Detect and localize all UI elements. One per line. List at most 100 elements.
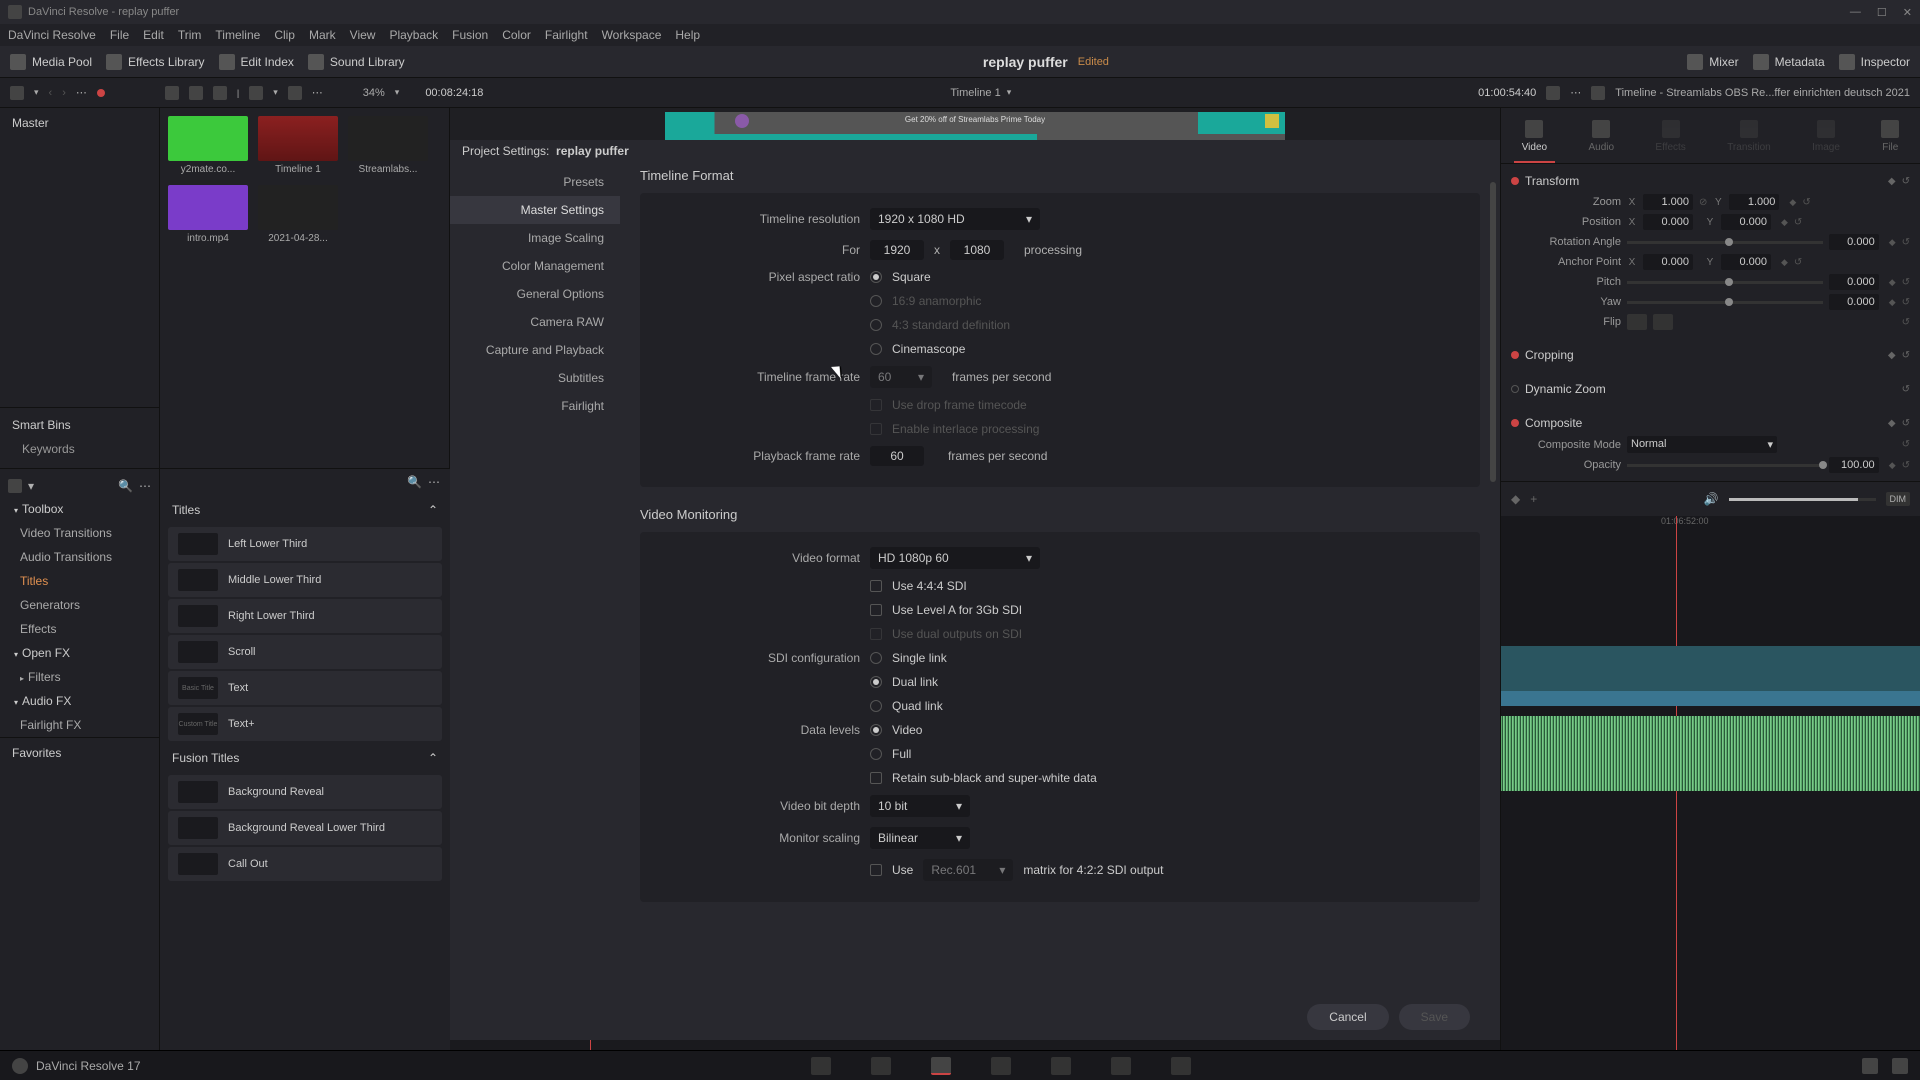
fx-item[interactable]: Right Lower Third bbox=[168, 599, 442, 633]
cut-page-icon[interactable] bbox=[871, 1057, 891, 1075]
favorites-header[interactable]: Favorites bbox=[0, 737, 159, 768]
anchor-x-input[interactable]: 0.000 bbox=[1643, 254, 1693, 270]
volume-slider[interactable] bbox=[1729, 498, 1876, 501]
tab-file[interactable]: File bbox=[1873, 116, 1907, 163]
menu-mark[interactable]: Mark bbox=[309, 28, 336, 42]
more-icon[interactable]: ⋯ bbox=[428, 475, 440, 489]
audiofx-tree[interactable]: ▾Audio FX bbox=[0, 689, 159, 713]
menu-color[interactable]: Color bbox=[502, 28, 531, 42]
search-icon[interactable]: 🔍 bbox=[407, 475, 422, 489]
zoom-level[interactable]: 34% bbox=[363, 87, 385, 99]
par-cinemascope-radio[interactable] bbox=[870, 343, 882, 355]
add-icon[interactable]: + bbox=[1530, 492, 1537, 506]
kf-icon[interactable]: ◆ bbox=[1781, 217, 1788, 228]
menu-timeline[interactable]: Timeline bbox=[215, 28, 260, 42]
clip-item[interactable]: 2021-04-28... bbox=[258, 185, 338, 244]
view-list-icon[interactable] bbox=[213, 86, 227, 100]
pitch-slider[interactable] bbox=[1627, 281, 1823, 284]
deliver-page-icon[interactable] bbox=[1171, 1057, 1191, 1075]
position-y-input[interactable]: 0.000 bbox=[1721, 214, 1771, 230]
audio-transitions-tree[interactable]: Audio Transitions bbox=[0, 545, 159, 569]
nav-fairlight[interactable]: Fairlight bbox=[450, 392, 620, 420]
menu-fusion[interactable]: Fusion bbox=[452, 28, 488, 42]
kf-icon[interactable]: ◆ bbox=[1781, 257, 1788, 268]
inspector-toggle[interactable]: Inspector bbox=[1839, 54, 1910, 70]
reset-icon[interactable]: ↺ bbox=[1794, 257, 1802, 268]
yaw-input[interactable]: 0.000 bbox=[1829, 294, 1879, 310]
home-icon[interactable] bbox=[1862, 1058, 1878, 1074]
menu-help[interactable]: Help bbox=[675, 28, 700, 42]
height-input[interactable]: 1080 bbox=[950, 240, 1004, 260]
video-track-2[interactable] bbox=[1501, 691, 1920, 706]
bin-nav-icon[interactable] bbox=[8, 479, 22, 493]
clip-item[interactable]: intro.mp4 bbox=[168, 185, 248, 244]
dual-link-radio[interactable] bbox=[870, 676, 882, 688]
yaw-slider[interactable] bbox=[1627, 301, 1823, 304]
keyframe-icon[interactable]: ◆ bbox=[1888, 350, 1896, 361]
reset-icon[interactable]: ↺ bbox=[1802, 197, 1810, 208]
master-bin[interactable]: Master bbox=[0, 108, 159, 138]
cancel-button[interactable]: Cancel bbox=[1307, 1004, 1388, 1030]
reset-icon[interactable]: ↺ bbox=[1902, 297, 1910, 308]
fx-item[interactable]: Background Reveal bbox=[168, 775, 442, 809]
pitch-input[interactable]: 0.000 bbox=[1829, 274, 1879, 290]
level-a-check[interactable] bbox=[870, 604, 882, 616]
color-page-icon[interactable] bbox=[1051, 1057, 1071, 1075]
enable-dot[interactable] bbox=[1511, 177, 1519, 185]
close-button[interactable]: ✕ bbox=[1903, 6, 1912, 19]
view-grid-icon[interactable] bbox=[189, 86, 203, 100]
monitor-scaling-select[interactable]: Bilinear▾ bbox=[870, 827, 970, 849]
video-track[interactable] bbox=[1501, 646, 1920, 691]
video-levels-radio[interactable] bbox=[870, 724, 882, 736]
quad-link-radio[interactable] bbox=[870, 700, 882, 712]
tc-icon[interactable] bbox=[1546, 86, 1560, 100]
zoom-x-input[interactable]: 1.000 bbox=[1643, 194, 1693, 210]
full-levels-radio[interactable] bbox=[870, 748, 882, 760]
chevron-down-icon[interactable]: ▾ bbox=[273, 87, 278, 98]
effects-tree[interactable]: Effects bbox=[0, 617, 159, 641]
link-icon[interactable]: ⊘ bbox=[1699, 197, 1707, 208]
view-thumb-icon[interactable] bbox=[165, 86, 179, 100]
mixer-toggle[interactable]: Mixer bbox=[1687, 54, 1738, 70]
speaker-icon[interactable]: 🔊 bbox=[1704, 492, 1719, 506]
minimize-button[interactable]: — bbox=[1850, 6, 1861, 19]
reset-icon[interactable]: ↺ bbox=[1902, 350, 1910, 361]
composite-mode-select[interactable]: Normal▾ bbox=[1627, 436, 1777, 453]
composite-header[interactable]: Composite bbox=[1525, 416, 1582, 430]
nav-master-settings[interactable]: Master Settings bbox=[450, 196, 620, 224]
matrix-check[interactable] bbox=[870, 864, 882, 876]
tab-audio[interactable]: Audio bbox=[1580, 116, 1622, 163]
cropping-header[interactable]: Cropping bbox=[1525, 348, 1574, 362]
save-button[interactable]: Save bbox=[1399, 1004, 1470, 1030]
nav-prev[interactable]: ‹ bbox=[49, 87, 53, 99]
nav-camera-raw[interactable]: Camera RAW bbox=[450, 308, 620, 336]
retain-check[interactable] bbox=[870, 772, 882, 784]
toolbox-tree[interactable]: ▾Toolbox bbox=[0, 497, 159, 521]
scrollbar[interactable] bbox=[1490, 182, 1496, 482]
opacity-slider[interactable] bbox=[1627, 464, 1823, 467]
kf-icon[interactable]: ◆ bbox=[1889, 277, 1896, 288]
video-format-select[interactable]: HD 1080p 60▾ bbox=[870, 547, 1040, 569]
reset-icon[interactable]: ↺ bbox=[1902, 439, 1910, 450]
more-icon[interactable]: ⋯ bbox=[76, 86, 87, 99]
fx-item[interactable]: Scroll bbox=[168, 635, 442, 669]
edit-page-icon[interactable] bbox=[931, 1057, 951, 1075]
keyframe-icon[interactable]: ◆ bbox=[1888, 418, 1896, 429]
nav-general-options[interactable]: General Options bbox=[450, 280, 620, 308]
timeline-name[interactable]: Timeline 1 bbox=[950, 87, 1000, 99]
reset-icon[interactable]: ↺ bbox=[1902, 418, 1910, 429]
timeline-dropdown[interactable]: ▾ bbox=[1007, 87, 1012, 98]
collapse-icon[interactable]: ⌃ bbox=[428, 751, 438, 765]
more-icon[interactable]: ⋯ bbox=[139, 479, 151, 493]
fairlightfx-tree[interactable]: Fairlight FX bbox=[0, 713, 159, 737]
media-page-icon[interactable] bbox=[811, 1057, 831, 1075]
dynamic-zoom-header[interactable]: Dynamic Zoom bbox=[1525, 382, 1606, 396]
reset-icon[interactable]: ↺ bbox=[1902, 237, 1910, 248]
menu-trim[interactable]: Trim bbox=[178, 28, 202, 42]
collapse-icon[interactable]: ⌃ bbox=[428, 503, 438, 517]
reset-icon[interactable]: ↺ bbox=[1902, 277, 1910, 288]
menu-fairlight[interactable]: Fairlight bbox=[545, 28, 588, 42]
fx-item[interactable]: Custom TitleText+ bbox=[168, 707, 442, 741]
rotation-slider[interactable] bbox=[1627, 241, 1823, 244]
enable-dot-off[interactable] bbox=[1511, 385, 1519, 393]
